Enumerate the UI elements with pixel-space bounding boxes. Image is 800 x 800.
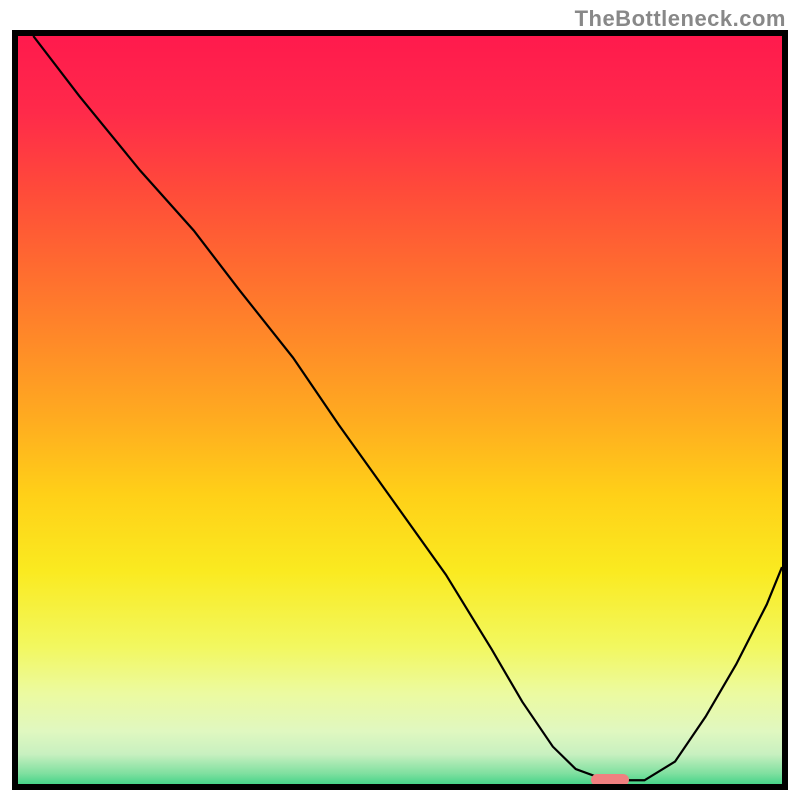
bottleneck-curve bbox=[18, 36, 782, 784]
attribution-text: TheBottleneck.com bbox=[575, 6, 786, 32]
plot-area bbox=[18, 36, 782, 784]
chart-frame bbox=[12, 30, 788, 790]
optimal-marker bbox=[591, 774, 629, 784]
